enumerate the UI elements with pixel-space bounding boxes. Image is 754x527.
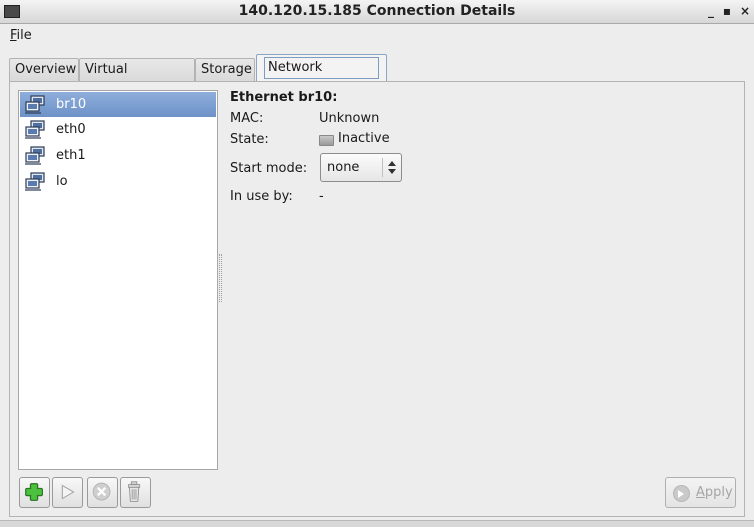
details-heading: Ethernet br10: [230, 90, 338, 105]
menu-file-label: ile [16, 28, 32, 43]
apply-button[interactable]: Apply [665, 477, 736, 508]
tab-content: br10 eth0 eth1 lo Ethernet br10: MAC: Un… [9, 81, 745, 517]
stop-interface-button[interactable] [87, 477, 118, 508]
interface-label: eth0 [56, 122, 86, 137]
start-interface-button[interactable] [52, 477, 83, 508]
network-interface-icon [25, 172, 45, 191]
play-icon [61, 484, 75, 500]
interface-label: br10 [56, 97, 87, 112]
start-mode-select[interactable]: none [320, 153, 402, 182]
add-interface-button[interactable] [19, 477, 50, 508]
menu-bar: File [0, 24, 754, 48]
interface-label: eth1 [56, 148, 86, 163]
updown-arrows-icon [382, 158, 398, 177]
apply-label: Apply [696, 485, 733, 500]
apply-icon [673, 485, 690, 502]
state-value: Inactive [338, 131, 390, 146]
title-bar: 140.120.15.185 Connection Details _ ▪ × [0, 0, 754, 24]
mac-value: Unknown [319, 111, 380, 126]
maximize-button[interactable]: ▪ [720, 3, 734, 19]
network-interface-icon [25, 120, 45, 139]
start-mode-value: none [327, 160, 360, 175]
tab-virtual-networks[interactable]: Virtual Networks [79, 58, 195, 99]
menu-file[interactable]: File [10, 28, 32, 43]
delete-interface-button[interactable] [120, 477, 151, 508]
close-button[interactable]: × [738, 3, 752, 19]
state-label: State: [230, 132, 269, 147]
apply-mnemonic: A [696, 485, 705, 500]
bottom-edge [0, 520, 754, 527]
window-title: 140.120.15.185 Connection Details [238, 3, 516, 19]
list-item-eth0[interactable]: eth0 [20, 117, 216, 142]
interface-list[interactable]: br10 eth0 eth1 lo [18, 90, 218, 470]
list-item-lo[interactable]: lo [20, 169, 216, 194]
list-item-eth1[interactable]: eth1 [20, 143, 216, 168]
interface-details: Ethernet br10: MAC: Unknown State: Inact… [230, 90, 730, 230]
network-interface-icon [25, 146, 45, 165]
tab-network-interfaces-label: Network Interfaces [264, 57, 379, 95]
trash-icon [128, 481, 141, 502]
inactive-monitor-icon [319, 135, 334, 146]
in-use-value: - [319, 189, 324, 204]
minimize-button[interactable]: _ [704, 3, 718, 19]
pane-splitter[interactable] [219, 254, 222, 302]
list-item-br10[interactable]: br10 [20, 92, 216, 117]
apply-label-rest: pply [704, 485, 733, 500]
tab-overview[interactable]: Overview [9, 58, 79, 82]
interface-label: lo [56, 174, 68, 189]
tab-network-interfaces[interactable]: Network Interfaces [256, 54, 387, 95]
start-mode-label: Start mode: [230, 161, 308, 176]
in-use-label: In use by: [230, 189, 293, 204]
mac-label: MAC: [230, 111, 264, 126]
tab-storage[interactable]: Storage [195, 58, 255, 82]
network-interface-icon [25, 95, 45, 114]
stop-icon [92, 482, 111, 501]
add-icon [25, 483, 43, 501]
